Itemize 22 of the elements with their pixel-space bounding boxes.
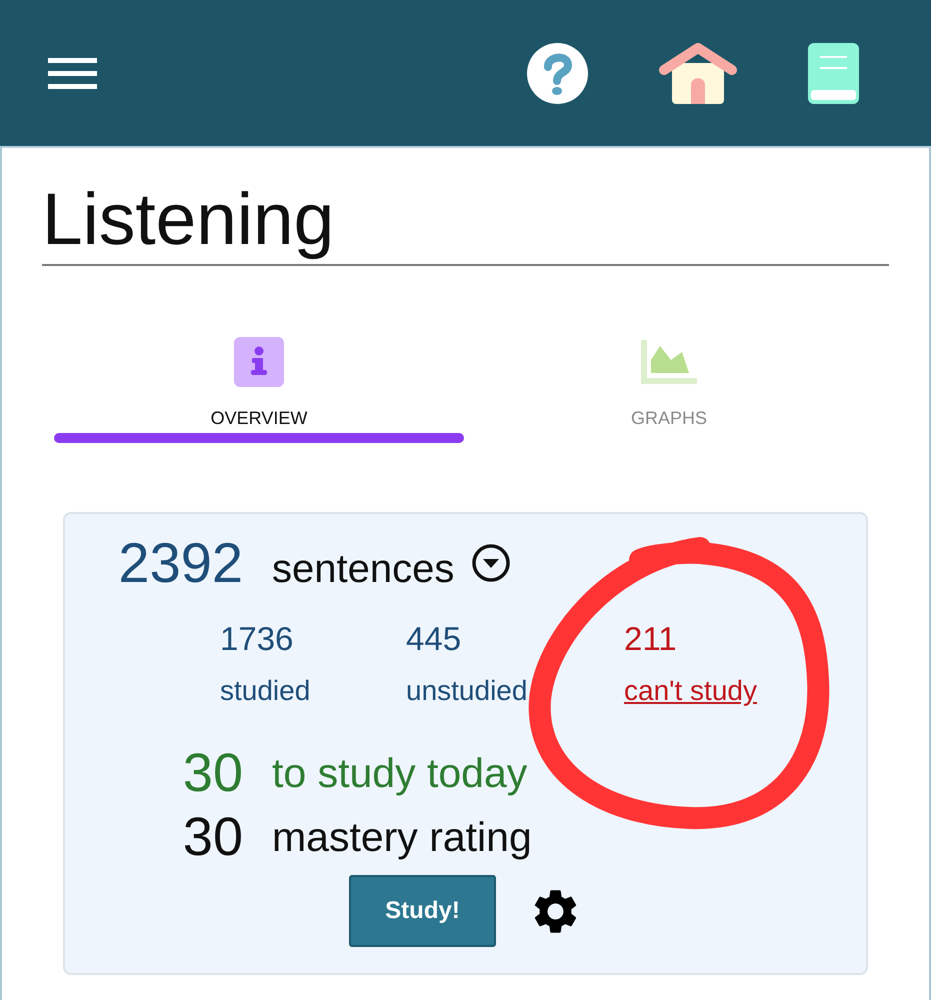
tab[interactable]: GRAPHS [464, 337, 874, 429]
home-icon[interactable] [658, 42, 738, 104]
info-icon [234, 337, 284, 387]
help-icon[interactable] [527, 42, 588, 104]
stat-count: 1736 [220, 619, 294, 659]
stat-label: studied [220, 674, 310, 708]
mastery-rating: 30 [182, 809, 243, 865]
stat-count: 445 [406, 619, 462, 659]
total-label: sentences [272, 546, 454, 593]
study-button[interactable]: Study! [349, 875, 496, 947]
due-count: 30 [182, 745, 243, 801]
dropdown-icon[interactable] [472, 544, 510, 582]
stat-link[interactable]: can't study [624, 673, 757, 709]
total-count: 2392 [118, 534, 243, 592]
menu-icon[interactable] [48, 58, 97, 88]
due-label: to study today [272, 749, 528, 797]
stat-count: 211 [624, 619, 677, 659]
stat-label: unstudied [406, 674, 528, 708]
mastery-label: mastery rating [272, 813, 532, 861]
area-chart-icon [641, 340, 697, 384]
page-title: Listening [42, 175, 889, 266]
tab[interactable]: OVERVIEW [54, 337, 464, 443]
